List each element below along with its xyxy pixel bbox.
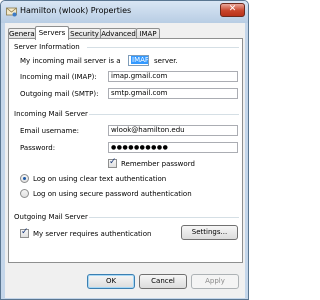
window-title: Hamilton (wlook) Properties	[20, 6, 132, 15]
servers-tab-page: Server Information My incoming mail serv…	[8, 38, 243, 263]
section-divider	[89, 114, 239, 115]
server-type-prefix: My incoming mail server is a	[20, 57, 121, 65]
apply-button[interactable]: Apply	[191, 274, 239, 289]
outgoing-mail-server-input[interactable]: smtp.gmail.com	[108, 88, 238, 99]
incoming-mail-server-heading: Incoming Mail Server	[14, 110, 88, 118]
incoming-mail-label: Incoming mail (IMAP):	[20, 73, 97, 81]
outgoing-mail-server-heading: Outgoing Mail Server	[14, 213, 88, 221]
clear-text-auth-label: Log on using clear text authentication	[33, 175, 167, 183]
server-information-heading: Server Information	[14, 43, 80, 51]
cancel-button[interactable]: Cancel	[139, 274, 187, 289]
tab-servers[interactable]: Servers	[35, 26, 69, 40]
remember-password-label: Remember password	[121, 160, 195, 168]
secure-password-auth-label: Log on using secure password authenticat…	[33, 190, 192, 198]
server-type-value: IMAP	[131, 56, 149, 64]
properties-window: Hamilton (wlook) Properties ✕ General Se…	[0, 0, 249, 300]
section-divider	[89, 217, 239, 218]
email-username-label: Email username:	[20, 127, 80, 135]
server-type-suffix: server.	[154, 57, 178, 65]
requires-authentication-checkbox[interactable]	[20, 227, 29, 238]
mail-account-icon	[6, 7, 17, 17]
password-label: Password:	[20, 144, 56, 152]
dialog-body: General Servers Security Advanced IMAP S…	[5, 23, 245, 298]
remember-password-checkbox[interactable]	[108, 157, 117, 168]
title-bar[interactable]: Hamilton (wlook) Properties ✕	[1, 1, 248, 23]
ok-button[interactable]: OK	[87, 274, 135, 289]
outgoing-mail-label: Outgoing mail (SMTP):	[20, 90, 99, 98]
password-input[interactable]: ●●●●●●●●●●	[108, 142, 238, 153]
server-type-field[interactable]: IMAP	[128, 55, 149, 66]
secure-password-auth-radio[interactable]	[20, 189, 29, 198]
settings-button[interactable]: Settings...	[181, 225, 238, 240]
close-button[interactable]: ✕	[220, 3, 245, 17]
requires-authentication-label: My server requires authentication	[33, 230, 152, 238]
email-username-input[interactable]: wlook@hamilton.edu	[108, 125, 238, 136]
incoming-mail-server-input[interactable]: imap.gmail.com	[108, 71, 238, 82]
clear-text-auth-radio[interactable]	[20, 174, 29, 183]
section-divider	[87, 47, 239, 48]
